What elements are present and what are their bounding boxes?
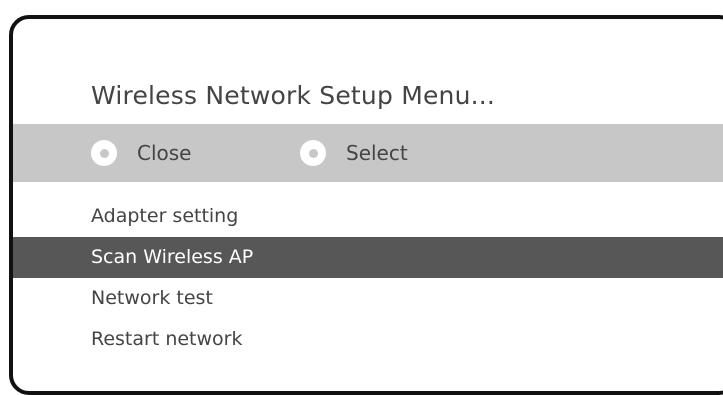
radio-button-icon [91, 140, 117, 166]
close-button[interactable]: Close [91, 124, 191, 182]
dialog-title: Wireless Network Setup Menu... [91, 81, 496, 110]
wireless-setup-dialog: Wireless Network Setup Menu... Close Sel… [9, 15, 723, 395]
menu-item-restart-network[interactable]: Restart network [13, 319, 723, 360]
menu-item-adapter-setting[interactable]: Adapter setting [13, 196, 723, 237]
radio-button-icon [300, 140, 326, 166]
select-button[interactable]: Select [300, 124, 408, 182]
settings-menu: Adapter setting Scan Wireless AP Network… [13, 196, 723, 360]
menu-item-network-test[interactable]: Network test [13, 278, 723, 319]
menu-item-scan-wireless-ap[interactable]: Scan Wireless AP [13, 237, 723, 278]
close-label: Close [137, 141, 192, 165]
select-label: Select [346, 141, 408, 165]
action-bar: Close Select [13, 124, 723, 182]
